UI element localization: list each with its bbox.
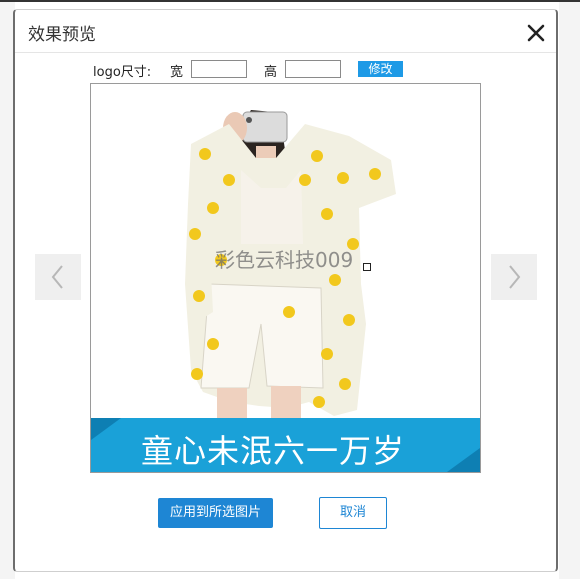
- chevron-left-icon: [51, 265, 63, 289]
- modify-button[interactable]: 修改: [358, 61, 403, 77]
- logo-size-label: logo尺寸:: [93, 65, 152, 80]
- title-divider: [15, 52, 556, 53]
- chevron-right-icon: [509, 265, 521, 289]
- height-input[interactable]: [285, 60, 341, 78]
- resize-handle[interactable]: [363, 263, 371, 271]
- backdrop-edge-right: [559, 0, 580, 579]
- banner-text: 童心未泯六一万岁: [141, 432, 406, 470]
- logo-size-row: logo尺寸: 宽 高 修改: [0, 59, 580, 81]
- top-border: [0, 0, 580, 2]
- banner: 童心未泯六一万岁: [91, 418, 480, 472]
- height-label: 高: [264, 65, 278, 80]
- dialog-title: 效果预览: [28, 25, 96, 45]
- close-icon[interactable]: [524, 21, 548, 45]
- logo-watermark[interactable]: 彩色云科技009: [215, 244, 353, 273]
- product-photo: [91, 84, 480, 472]
- preview-image-frame: 彩色云科技009 童心未泯六一万岁: [90, 83, 481, 473]
- width-label: 宽: [170, 65, 184, 80]
- width-input[interactable]: [191, 60, 247, 78]
- next-image-button[interactable]: [491, 254, 537, 300]
- prev-image-button[interactable]: [35, 254, 81, 300]
- cancel-button[interactable]: 取消: [319, 497, 387, 529]
- apply-to-selected-button[interactable]: 应用到所选图片: [158, 498, 273, 528]
